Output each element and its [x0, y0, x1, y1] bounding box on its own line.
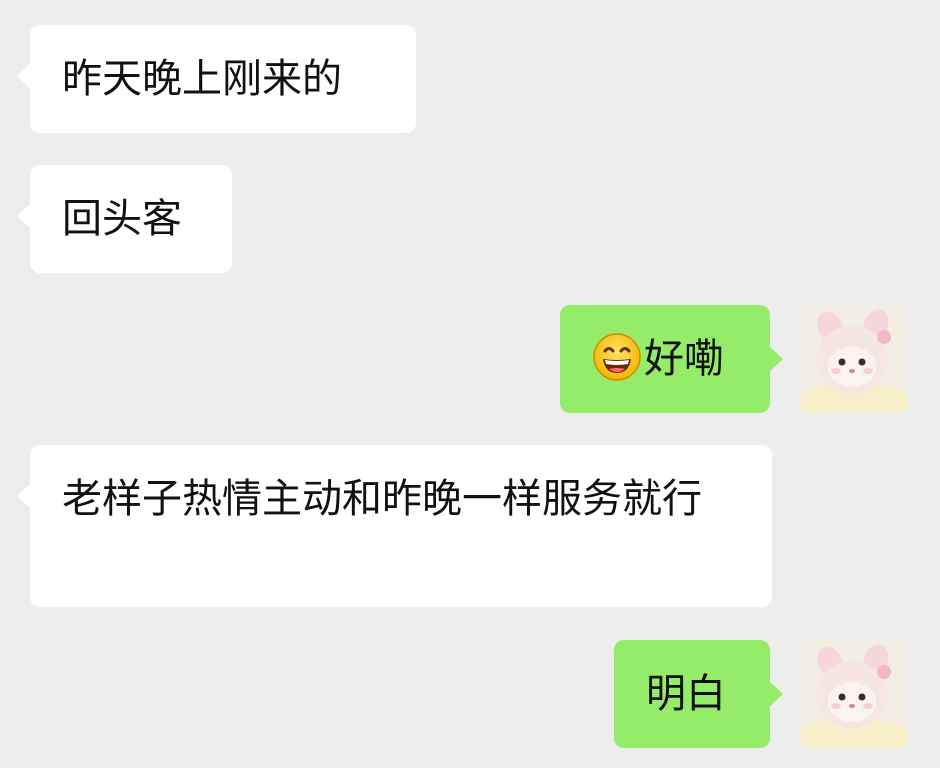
message-text: 好嘞	[644, 336, 724, 382]
user-avatar[interactable]	[800, 640, 908, 748]
outgoing-message[interactable]: 好嘞	[560, 305, 783, 413]
plush-bunny-avatar-icon	[800, 640, 908, 748]
message-text: 明白	[646, 671, 726, 717]
bubble-tail	[17, 63, 31, 89]
message-text: 老样子热情主动和昨晚一样服务就行	[62, 476, 702, 522]
outgoing-message[interactable]: 明白	[614, 640, 783, 748]
incoming-message[interactable]: 昨天晚上刚来的	[17, 25, 416, 133]
bubble-tail	[17, 483, 31, 509]
incoming-message[interactable]: 回头客	[17, 165, 232, 273]
user-avatar[interactable]	[800, 305, 908, 413]
incoming-message[interactable]: 老样子热情主动和昨晚一样服务就行	[17, 445, 772, 607]
plush-bunny-avatar-icon	[800, 305, 908, 413]
bubble-tail	[769, 346, 783, 372]
bubble-tail	[17, 203, 31, 229]
bubble-tail	[769, 681, 783, 707]
message-text: 昨天晚上刚来的	[62, 56, 342, 102]
message-text: 回头客	[62, 196, 182, 242]
grinning-face-icon	[592, 332, 642, 397]
